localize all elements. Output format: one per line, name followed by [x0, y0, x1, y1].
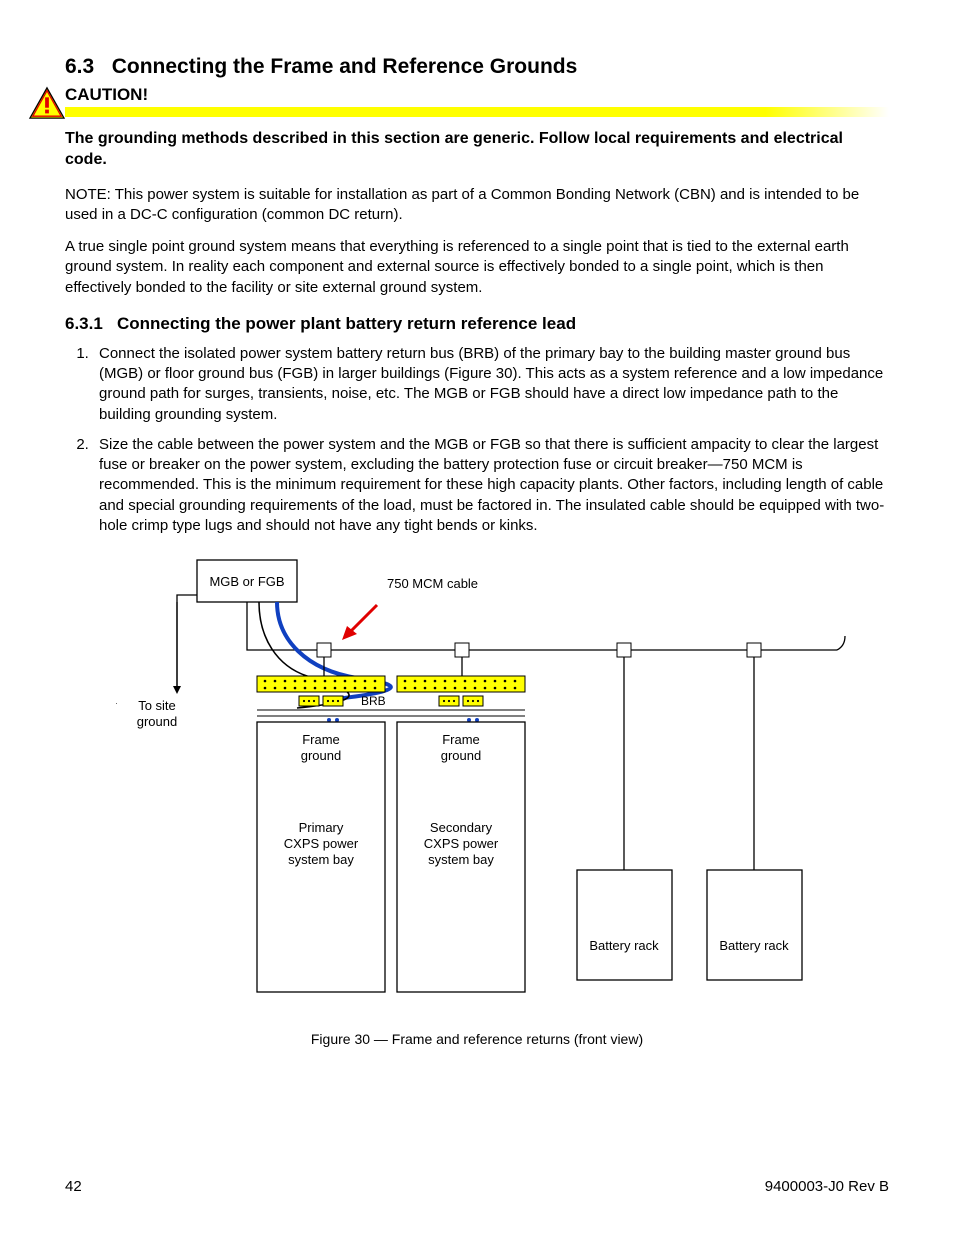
secondary-bay-l2: CXPS power — [424, 836, 499, 851]
section-heading: 6.3 Connecting the Frame and Reference G… — [65, 55, 889, 79]
subsection-number: 6.3.1 — [65, 314, 103, 333]
clamp-icon — [739, 643, 769, 657]
clamp-icon — [447, 643, 477, 657]
frame-ground-label: ground — [441, 748, 481, 763]
primary-bay-l3: system bay — [288, 852, 354, 867]
clamp-icon — [309, 643, 339, 657]
secondary-bay-l3: system bay — [428, 852, 494, 867]
primary-bay-l2: CXPS power — [284, 836, 359, 851]
battery-rack-label: Battery rack — [589, 938, 659, 953]
section-number: 6.3 — [65, 55, 94, 78]
clamp-icon — [609, 643, 639, 657]
caution-label: CAUTION! — [65, 85, 889, 105]
subsection-heading: 6.3.1 Connecting the power plant battery… — [65, 314, 889, 334]
figure-caption: Figure 30 — Frame and reference returns … — [97, 1031, 857, 1047]
warning-triangle-icon — [28, 86, 66, 120]
to-site-line1: To site — [138, 698, 176, 713]
body-paragraph: A true single point ground system means … — [65, 237, 889, 298]
to-site-line2: ground — [137, 714, 177, 729]
primary-bay-l1: Primary — [299, 820, 344, 835]
list-item: Connect the isolated power system batter… — [93, 344, 889, 425]
secondary-bay-l1: Secondary — [430, 820, 493, 835]
numbered-list: Connect the isolated power system batter… — [65, 344, 889, 536]
cable-label: 750 MCM cable — [387, 576, 478, 591]
battery-rack-label: Battery rack — [719, 938, 789, 953]
note-paragraph: NOTE: This power system is suitable for … — [65, 185, 889, 226]
page-footer: 42 9400003-J0 Rev B — [65, 1178, 889, 1195]
list-item: Size the cable between the power system … — [93, 435, 889, 536]
mgb-label: MGB or FGB — [209, 574, 284, 589]
frame-ground-label: ground — [301, 748, 341, 763]
figure-30: MGB or FGB 750 MCM cable To site ground … — [97, 550, 857, 1047]
subsection-title-text: Connecting the power plant battery retur… — [117, 314, 576, 333]
frame-ground-label: Frame — [442, 732, 480, 747]
brb-label: BRB — [361, 694, 386, 708]
section-title-text: Connecting the Frame and Reference Groun… — [112, 55, 578, 78]
yellow-accent-bar — [65, 107, 889, 117]
doc-reference: 9400003-J0 Rev B — [765, 1178, 889, 1195]
page-number: 42 — [65, 1178, 82, 1195]
frame-ground-label: Frame — [302, 732, 340, 747]
caution-statement: The grounding methods described in this … — [65, 129, 889, 171]
